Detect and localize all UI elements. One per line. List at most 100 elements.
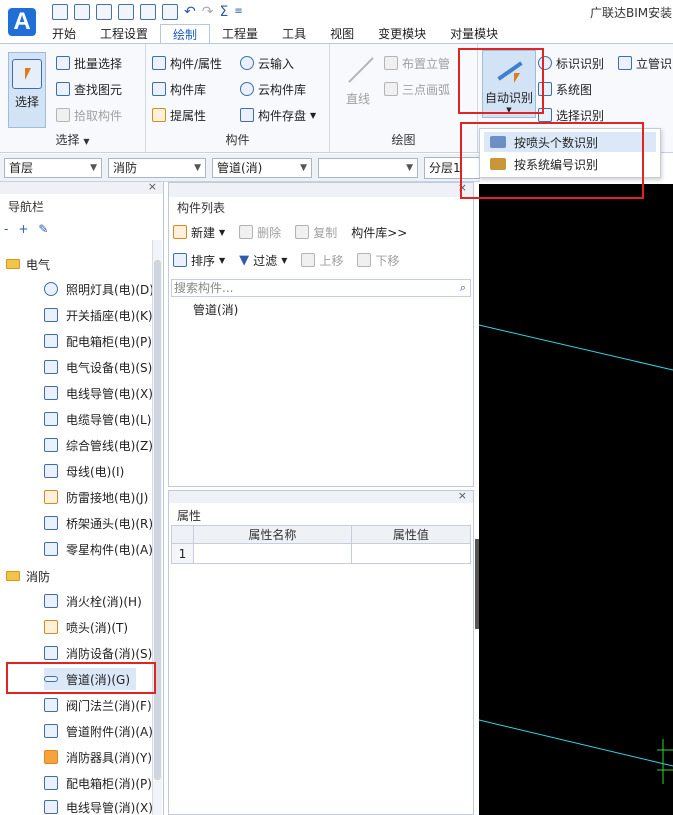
auto-recognize-button[interactable]: 自动识别 ▼ — [482, 50, 536, 118]
select-recognize-button[interactable]: 选择识别 — [538, 105, 604, 125]
property-value-cell[interactable] — [350, 543, 472, 564]
nav-item-valve-flange[interactable]: 阀门法兰(消)(F) — [44, 694, 152, 716]
nav-category-fire[interactable]: 消防 — [6, 566, 50, 586]
nav-item-cable-conduit[interactable]: 电缆导管(电)(L) — [44, 408, 151, 430]
nav-item-distribution-box[interactable]: 配电箱柜(电)(P) — [44, 330, 152, 352]
nav-item-lightning-grounding[interactable]: 防雷接地(电)(J) — [44, 486, 148, 508]
expand-all-icon[interactable]: + — [18, 222, 28, 236]
component-properties-button[interactable]: 构件/属性 — [152, 53, 222, 73]
cloud-input-button[interactable]: 云输入 — [240, 53, 294, 73]
tab-draw[interactable]: 绘制 — [160, 24, 211, 44]
app-logo[interactable]: A — [8, 8, 36, 36]
tab-quantity[interactable]: 工程量 — [210, 24, 270, 44]
batch-select-button[interactable]: 批量选择 — [56, 53, 122, 73]
undo-icon[interactable]: ↶ — [184, 4, 196, 20]
nav-item-fire-distribution-box[interactable]: 配电箱柜(消)(P) — [44, 772, 152, 794]
select-button[interactable]: 选择 — [8, 52, 46, 128]
search-icon[interactable]: ⌕ — [460, 280, 466, 296]
nav-item-pipe-accessory[interactable]: 管道附件(消)(A) — [44, 720, 153, 742]
property-name-header: 属性名称 — [193, 525, 352, 544]
close-icon[interactable]: × — [458, 181, 467, 194]
nav-item-fire-pipe[interactable]: 管道(消)(G) — [44, 668, 137, 690]
type-select[interactable]: 管道(消) ▼ — [212, 158, 312, 178]
bim-icon[interactable] — [140, 4, 156, 20]
table-row[interactable]: 1 — [171, 543, 472, 564]
component-toolbar-1: 新建 ▼ 删除 复制 构件库>> — [173, 221, 407, 243]
component-library-link[interactable]: 构件库>> — [351, 224, 407, 241]
tab-view[interactable]: 视图 — [318, 24, 366, 44]
tab-compare-module[interactable]: 对量模块 — [438, 24, 510, 44]
tab-tools[interactable]: 工具 — [270, 24, 318, 44]
filter-button[interactable]: ▼ 过滤 ▼ — [239, 252, 287, 269]
nav-item-tray-fitting[interactable]: 桥架通头(电)(R) — [44, 512, 153, 534]
delete-component-button[interactable]: 删除 — [239, 224, 281, 241]
close-icon[interactable]: × — [458, 489, 467, 502]
nav-item-hydrant[interactable]: 消火栓(消)(H) — [44, 590, 142, 612]
move-up-button[interactable]: 上移 — [301, 252, 343, 269]
component-search-input[interactable]: 搜索构件... ⌕ — [171, 279, 471, 297]
collapse-all-icon[interactable]: - — [4, 222, 8, 236]
riser-recognize-button[interactable]: 立管识 — [618, 53, 672, 73]
system-diagram-button[interactable]: 系统图 — [538, 79, 592, 99]
lightning-icon — [44, 490, 58, 504]
menu-item-by-system-number[interactable]: 按系统编号识别 — [484, 154, 656, 174]
component-save-button[interactable]: 构件存盘 ▼ — [240, 105, 316, 125]
nav-item-misc-component[interactable]: 零星构件(电)(A) — [44, 538, 153, 560]
nav-item-switch-socket[interactable]: 开关插座(电)(K) — [44, 304, 153, 326]
tab-change-module[interactable]: 变更模块 — [366, 24, 438, 44]
nav-item-sprinkler[interactable]: 喷头(消)(T) — [44, 616, 128, 638]
component-list-item[interactable]: 管道(消) — [193, 301, 238, 318]
nav-item-fire-wire-conduit[interactable]: 电线导管(消)(X) — [44, 796, 153, 815]
open-folder-icon[interactable] — [74, 4, 90, 20]
discipline-select[interactable]: 消防 ▼ — [108, 158, 206, 178]
cloud-library-button[interactable]: 云构件库 — [240, 79, 306, 99]
pick-component-button[interactable]: 拾取构件 — [56, 105, 122, 125]
nav-item-electrical-equipment[interactable]: 电气设备(电)(S) — [44, 356, 152, 378]
line-button[interactable]: 直线 — [338, 56, 378, 112]
customize-icon[interactable]: ≡ — [234, 4, 242, 20]
category-label: 电气 — [26, 257, 51, 272]
nav-scrollbar[interactable] — [152, 240, 162, 815]
splitter-handle[interactable] — [475, 539, 479, 629]
menu-item-by-sprinkler-count[interactable]: 按喷头个数识别 — [484, 132, 656, 152]
nav-category-electrical[interactable]: 电气 — [6, 254, 50, 274]
nav-item-fire-equipment[interactable]: 消防设备(消)(S) — [44, 642, 152, 664]
three-point-arc-button[interactable]: 三点画弧 — [384, 79, 450, 99]
save-icon[interactable] — [96, 4, 112, 20]
property-name-cell[interactable] — [193, 543, 352, 564]
move-down-button[interactable]: 下移 — [357, 252, 399, 269]
nav-item-lighting[interactable]: 照明灯具(电)(D) — [44, 278, 154, 300]
tab-project-settings[interactable]: 工程设置 — [88, 24, 160, 44]
new-component-button[interactable]: 新建 ▼ — [173, 224, 225, 241]
select-group-label[interactable]: 选择 ▼ — [0, 131, 145, 148]
component-select[interactable]: ▼ — [318, 158, 418, 178]
drawing-canvas[interactable] — [479, 184, 673, 815]
ribbon-group-select: 选择 批量选择 查找图元 拾取构件 选择 ▼ — [0, 44, 146, 152]
nav-item-combined-lines[interactable]: 综合管线(电)(Z) — [44, 434, 153, 456]
sum-icon[interactable]: Σ — [219, 4, 228, 20]
tab-start[interactable]: 开始 — [40, 24, 88, 44]
edit-icon[interactable]: ✎ — [38, 222, 48, 236]
split-icon[interactable] — [162, 4, 178, 20]
close-icon[interactable]: × — [148, 180, 157, 193]
nav-scrollbar-thumb[interactable] — [154, 260, 161, 780]
grid-icon[interactable] — [118, 4, 134, 20]
nav-item-wire-conduit[interactable]: 电线导管(电)(X) — [44, 382, 153, 404]
nav-toolbar: - + ✎ — [4, 222, 48, 236]
canvas-drawing — [479, 324, 673, 784]
pipe-line[interactable] — [479, 719, 673, 767]
copy-component-button[interactable]: 复制 — [295, 224, 337, 241]
new-file-icon[interactable] — [52, 4, 68, 20]
sort-button[interactable]: 排序 ▼ — [173, 252, 225, 269]
nav-item-busbar[interactable]: 母线(电)(I) — [44, 460, 124, 482]
floor-select[interactable]: 首层 ▼ — [4, 158, 102, 178]
layer-select[interactable]: 分层1 — [424, 157, 480, 179]
redo-icon[interactable]: ↷ — [202, 4, 214, 20]
place-riser-button[interactable]: 布置立管 — [384, 53, 450, 73]
extract-properties-button[interactable]: 提属性 — [152, 105, 206, 125]
find-element-button[interactable]: 查找图元 — [56, 79, 122, 99]
pipe-line[interactable] — [479, 324, 673, 371]
component-library-button[interactable]: 构件库 — [152, 79, 206, 99]
nav-item-fire-appliance[interactable]: 消防器具(消)(Y) — [44, 746, 152, 768]
mark-recognize-button[interactable]: 标识识别 — [538, 53, 604, 73]
